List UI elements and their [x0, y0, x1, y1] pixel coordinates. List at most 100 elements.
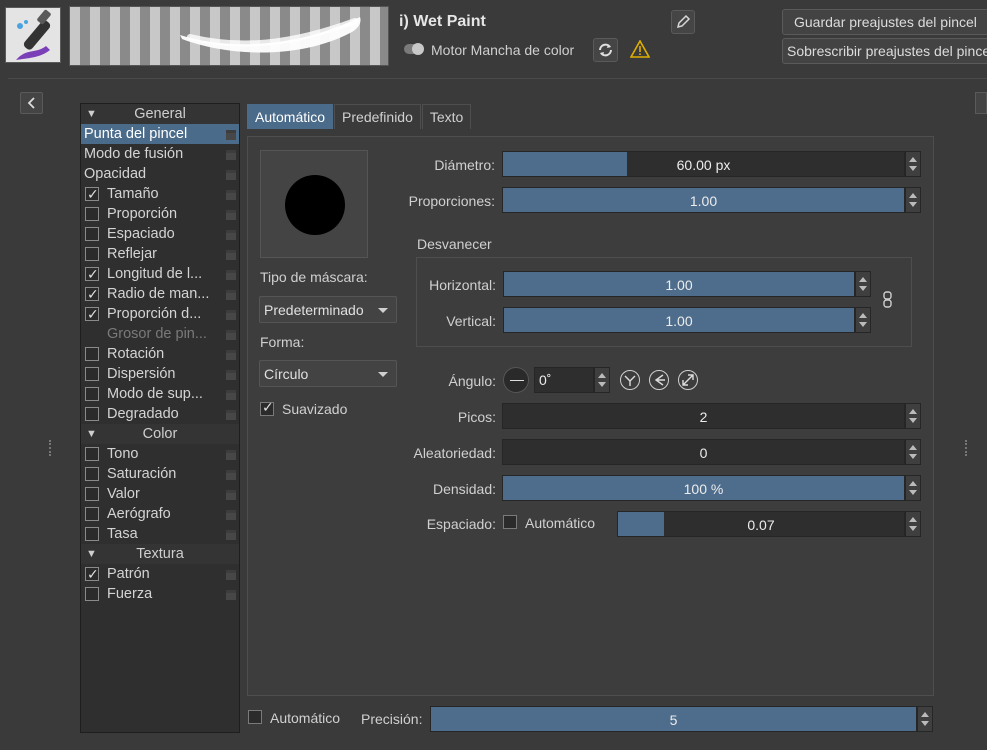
option-checkbox[interactable]	[85, 247, 99, 261]
option-item[interactable]: Dispersión	[81, 364, 239, 384]
option-item[interactable]: Tono	[81, 444, 239, 464]
tab-text[interactable]: Texto	[421, 104, 472, 129]
tab-predefined[interactable]: Predefinido	[334, 104, 421, 129]
density-spin[interactable]	[905, 475, 921, 501]
angle-input[interactable]: 0˚	[534, 367, 594, 393]
mask-type-select[interactable]: Predeterminado	[259, 296, 397, 323]
rotate-angle-right-icon[interactable]	[678, 370, 698, 390]
splitter-handle-right[interactable]	[965, 440, 969, 456]
ratio-spin[interactable]	[905, 187, 921, 213]
option-checkbox[interactable]	[85, 284, 99, 304]
lock-icon[interactable]	[226, 390, 236, 400]
option-item[interactable]: Opacidad	[81, 164, 239, 184]
edit-name-button[interactable]	[671, 10, 695, 34]
horizontal-fade-slider[interactable]: 1.00	[503, 271, 855, 297]
lock-icon[interactable]	[226, 470, 236, 480]
brush-options-list[interactable]: ▼ General Punta del pincel Modo de fusión Op…	[80, 103, 240, 733]
spacing-spin[interactable]	[905, 511, 921, 537]
lock-icon[interactable]	[226, 310, 236, 320]
angle-spin[interactable]	[594, 367, 610, 393]
option-checkbox[interactable]	[85, 407, 99, 421]
preset-thumbnail[interactable]	[5, 7, 61, 63]
vertical-fade-spin[interactable]	[855, 307, 871, 333]
option-checkbox[interactable]	[85, 264, 99, 284]
option-checkbox[interactable]	[85, 227, 99, 241]
lock-icon[interactable]	[226, 230, 236, 240]
option-item[interactable]: Espaciado	[81, 224, 239, 244]
option-checkbox[interactable]	[85, 304, 99, 324]
spacing-slider[interactable]: 0.07	[617, 511, 905, 537]
option-checkbox[interactable]	[85, 467, 99, 481]
option-item[interactable]: Rotación	[81, 344, 239, 364]
option-checkbox[interactable]	[85, 447, 99, 461]
randomness-slider[interactable]: 0	[502, 439, 905, 465]
overwrite-preset-button[interactable]: Sobrescribir preajustes del pincel	[782, 38, 987, 64]
auto-precision-checkbox[interactable]	[248, 710, 262, 724]
lock-icon[interactable]	[226, 530, 236, 540]
auto-spacing-checkbox[interactable]	[503, 515, 517, 529]
lock-icon[interactable]	[226, 570, 236, 580]
option-checkbox[interactable]	[85, 564, 99, 584]
options-group-header[interactable]: ▼ Color	[81, 424, 239, 444]
link-chain-icon[interactable]	[882, 290, 894, 313]
options-group-header[interactable]: ▼ Textura	[81, 544, 239, 564]
lock-icon[interactable]	[226, 190, 236, 200]
option-checkbox[interactable]	[85, 367, 99, 381]
collapse-scratchpad-button[interactable]	[975, 92, 987, 114]
save-preset-button[interactable]: Guardar preajustes del pincel	[782, 9, 987, 35]
lock-icon[interactable]	[226, 210, 236, 220]
precision-spin[interactable]	[917, 706, 933, 732]
lock-icon[interactable]	[226, 150, 236, 160]
option-item[interactable]: Tamaño	[81, 184, 239, 204]
option-item[interactable]: Degradado	[81, 404, 239, 424]
lock-icon[interactable]	[226, 350, 236, 360]
lock-icon[interactable]	[226, 290, 236, 300]
antialias-checkbox[interactable]	[260, 399, 274, 416]
tab-automatic[interactable]: Automático	[247, 104, 334, 129]
vertical-fade-slider[interactable]: 1.00	[503, 307, 855, 333]
engine-toggle[interactable]	[404, 43, 424, 55]
flip-angle-icon[interactable]	[620, 370, 640, 390]
spikes-slider[interactable]: 2	[502, 403, 905, 429]
option-item[interactable]: Reflejar	[81, 244, 239, 264]
option-item[interactable]: Saturación	[81, 464, 239, 484]
lock-icon[interactable]	[226, 450, 236, 460]
lock-icon[interactable]	[226, 510, 236, 520]
angle-dial[interactable]	[503, 367, 529, 393]
option-item[interactable]: Tasa	[81, 524, 239, 544]
option-checkbox[interactable]	[85, 184, 99, 204]
option-item[interactable]: Modo de fusión	[81, 144, 239, 164]
ratio-slider[interactable]: 1.00	[502, 187, 905, 213]
lock-icon[interactable]	[226, 170, 236, 180]
option-checkbox[interactable]	[85, 207, 99, 221]
lock-icon[interactable]	[226, 330, 236, 340]
spikes-spin[interactable]	[905, 403, 921, 429]
lock-icon[interactable]	[226, 130, 236, 140]
rotate-angle-left-icon[interactable]	[649, 370, 669, 390]
lock-icon[interactable]	[226, 590, 236, 600]
reload-button[interactable]	[593, 38, 618, 62]
lock-icon[interactable]	[226, 370, 236, 380]
option-checkbox[interactable]	[85, 527, 99, 541]
option-item[interactable]: Valor	[81, 484, 239, 504]
options-group-header[interactable]: ▼ General	[81, 104, 239, 124]
precision-slider[interactable]: 5	[430, 706, 917, 732]
lock-icon[interactable]	[226, 250, 236, 260]
diameter-spin[interactable]	[905, 151, 921, 177]
diameter-slider[interactable]: 60.00 px	[502, 151, 905, 177]
horizontal-fade-spin[interactable]	[855, 271, 871, 297]
option-item[interactable]: Longitud de l...	[81, 264, 239, 284]
option-item[interactable]: Proporción	[81, 204, 239, 224]
option-item[interactable]: Grosor de pin...	[81, 324, 239, 344]
option-item[interactable]: Aerógrafo	[81, 504, 239, 524]
option-item[interactable]: Proporción d...	[81, 304, 239, 324]
collapse-presets-button[interactable]	[20, 92, 43, 114]
option-item[interactable]: Modo de sup...	[81, 384, 239, 404]
lock-icon[interactable]	[226, 490, 236, 500]
lock-icon[interactable]	[226, 270, 236, 280]
randomness-spin[interactable]	[905, 439, 921, 465]
shape-select[interactable]: Círculo	[259, 360, 397, 387]
splitter-handle-left[interactable]	[49, 440, 53, 456]
option-item[interactable]: Fuerza	[81, 584, 239, 604]
option-checkbox[interactable]	[85, 507, 99, 521]
